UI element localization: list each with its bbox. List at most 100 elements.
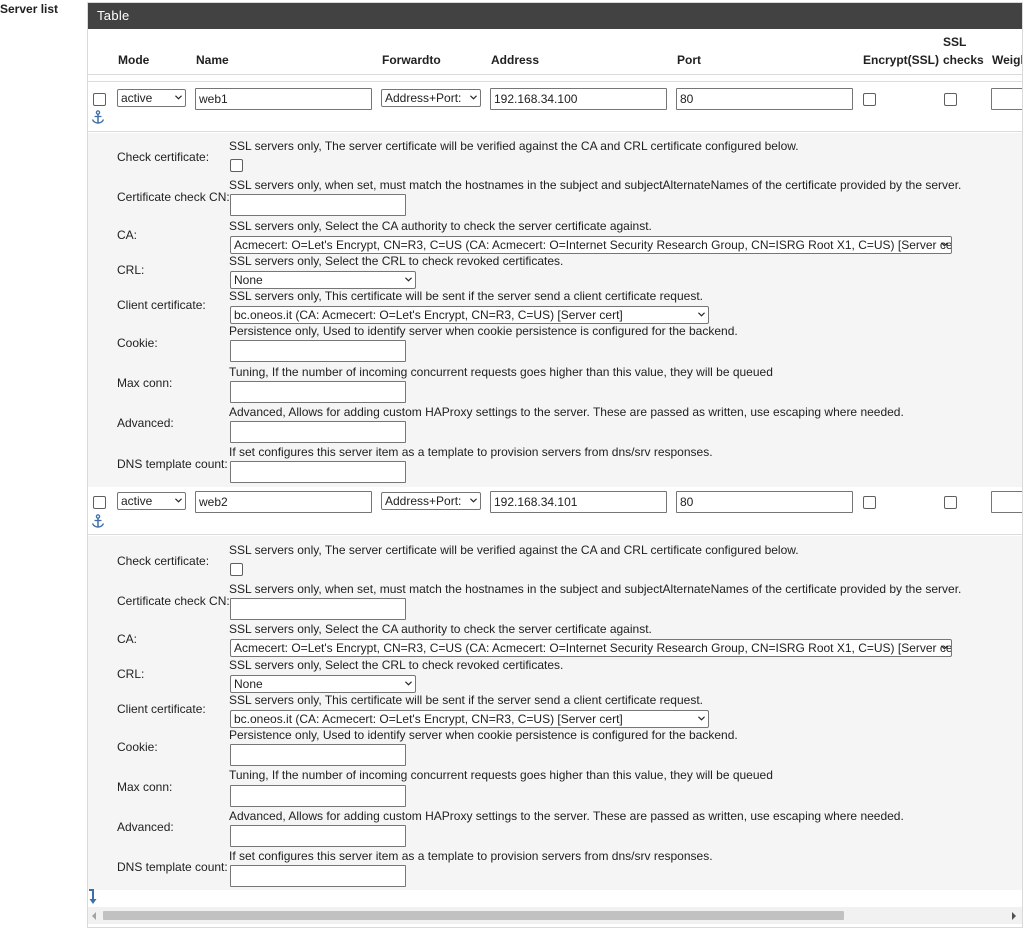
scrollbar-thumb[interactable]	[103, 911, 844, 920]
ca-help: SSL servers only, Select the CA authorit…	[229, 219, 652, 233]
max-conn-help: Tuning, If the number of incoming concur…	[229, 365, 773, 379]
chevron-down-icon	[941, 242, 948, 247]
max-conn-input[interactable]	[230, 381, 406, 403]
address-input[interactable]: 192.168.34.100	[490, 88, 667, 110]
advanced-input[interactable]	[230, 421, 406, 443]
col-header-port: Port	[677, 53, 701, 67]
add-row-arrow-icon[interactable]	[88, 889, 98, 905]
max-conn-label: Max conn:	[117, 376, 173, 390]
chevron-down-icon	[698, 716, 705, 721]
name-input[interactable]: web1	[195, 88, 372, 110]
cookie-label: Cookie:	[117, 336, 158, 350]
ca-label: CA:	[117, 228, 138, 242]
crl-help: SSL servers only, Select the CRL to chec…	[229, 658, 564, 672]
weight-input[interactable]	[991, 491, 1022, 513]
cert-check-cn-input[interactable]	[230, 598, 406, 620]
advanced-label: Advanced:	[117, 820, 174, 834]
crl-select-value: None	[234, 273, 263, 287]
crl-select-value: None	[234, 677, 263, 691]
cookie-input[interactable]	[230, 340, 406, 362]
port-input[interactable]: 80	[676, 491, 853, 513]
chevron-down-icon	[941, 645, 948, 650]
name-input[interactable]: web2	[195, 491, 372, 513]
dns-template-count-help: If set configures this server item as a …	[229, 445, 713, 459]
ssl-checks-checkbox[interactable]	[944, 496, 957, 509]
mode-select-value: active	[121, 494, 153, 508]
client-certificate-select[interactable]: bc.oneos.it (CA: Acmecert: O=Let's Encry…	[230, 306, 709, 324]
ca-select-value: Acmecert: O=Let's Encrypt, CN=R3, C=US (…	[234, 238, 952, 252]
panel-heading: Table	[88, 3, 1022, 29]
row-select-checkbox[interactable]	[93, 93, 106, 106]
scroll-right-arrow-icon[interactable]	[1011, 912, 1017, 920]
client-certificate-label: Client certificate:	[117, 298, 206, 312]
cookie-help: Persistence only, Used to identify serve…	[229, 324, 738, 338]
cookie-input[interactable]	[230, 744, 406, 766]
dns-template-count-help: If set configures this server item as a …	[229, 849, 713, 863]
horizontal-scrollbar[interactable]	[88, 907, 1022, 924]
max-conn-label: Max conn:	[117, 780, 173, 794]
col-header-ssl-checks-line2: checks	[943, 53, 984, 67]
col-header-ssl-checks-line1: SSL	[943, 35, 967, 49]
encrypt-ssl-checkbox[interactable]	[863, 496, 876, 509]
anchor-icon[interactable]	[91, 514, 105, 528]
server-table-panel: Table Mode Name Forwardto Address Port E…	[87, 2, 1023, 928]
client-certificate-label: Client certificate:	[117, 702, 206, 716]
col-header-forwardto: Forwardto	[382, 53, 441, 67]
check-certificate-help: SSL servers only, The server certificate…	[229, 543, 799, 557]
ca-select[interactable]: Acmecert: O=Let's Encrypt, CN=R3, C=US (…	[230, 639, 952, 657]
dns-template-count-input[interactable]	[230, 865, 406, 887]
crl-select[interactable]: None	[230, 271, 416, 289]
cert-check-cn-help: SSL servers only, when set, must match t…	[229, 178, 962, 192]
cookie-help: Persistence only, Used to identify serve…	[229, 728, 738, 742]
client-certificate-help: SSL servers only, This certificate will …	[229, 289, 703, 303]
cert-check-cn-help: SSL servers only, when set, must match t…	[229, 582, 962, 596]
dns-template-count-label: DNS template count:	[117, 457, 228, 471]
ca-select-value: Acmecert: O=Let's Encrypt, CN=R3, C=US (…	[234, 641, 952, 655]
row-select-checkbox[interactable]	[93, 496, 106, 509]
crl-select[interactable]: None	[230, 675, 416, 693]
advanced-input[interactable]	[230, 825, 406, 847]
address-input[interactable]: 192.168.34.101	[490, 491, 667, 513]
chevron-down-icon	[470, 95, 477, 100]
forwardto-select[interactable]: Address+Port:	[381, 492, 481, 510]
chevron-down-icon	[175, 498, 182, 503]
client-certificate-select-value: bc.oneos.it (CA: Acmecert: O=Let's Encry…	[234, 308, 623, 322]
crl-label: CRL:	[117, 667, 145, 681]
col-header-weight: Weigh	[992, 53, 1022, 67]
check-certificate-checkbox[interactable]	[230, 563, 243, 576]
col-header-encrypt-ssl: Encrypt(SSL)	[863, 53, 940, 67]
col-header-address: Address	[491, 53, 540, 67]
ca-select[interactable]: Acmecert: O=Let's Encrypt, CN=R3, C=US (…	[230, 236, 952, 254]
row-divider	[88, 534, 1022, 535]
header-divider	[88, 81, 1022, 82]
anchor-icon[interactable]	[91, 110, 105, 124]
ssl-checks-checkbox[interactable]	[944, 93, 957, 106]
max-conn-help: Tuning, If the number of incoming concur…	[229, 768, 773, 782]
mode-select[interactable]: active	[117, 89, 186, 107]
check-certificate-label: Check certificate:	[117, 150, 210, 164]
weight-input[interactable]	[991, 88, 1022, 110]
mode-select[interactable]: active	[117, 492, 186, 510]
check-certificate-checkbox[interactable]	[230, 159, 243, 172]
cert-check-cn-label: Certificate check CN:	[117, 190, 230, 204]
check-certificate-help: SSL servers only, The server certificate…	[229, 139, 799, 153]
encrypt-ssl-checkbox[interactable]	[863, 93, 876, 106]
client-certificate-select[interactable]: bc.oneos.it (CA: Acmecert: O=Let's Encry…	[230, 710, 709, 728]
dns-template-count-input[interactable]	[230, 461, 406, 483]
forwardto-select[interactable]: Address+Port:	[381, 89, 481, 107]
client-certificate-help: SSL servers only, This certificate will …	[229, 693, 703, 707]
panel-title: Table	[97, 8, 130, 23]
check-certificate-label: Check certificate:	[117, 554, 210, 568]
server-detail-panel: Check certificate: SSL servers only, The…	[88, 536, 1022, 890]
server-list-label: Server list	[0, 2, 59, 16]
scroll-left-arrow-icon[interactable]	[91, 912, 97, 920]
port-input[interactable]: 80	[676, 88, 853, 110]
advanced-help: Advanced, Allows for adding custom HAPro…	[229, 405, 904, 419]
server-detail-panel: Check certificate: SSL servers only, The…	[88, 133, 1022, 487]
cert-check-cn-input[interactable]	[230, 194, 406, 216]
chevron-down-icon	[175, 95, 182, 100]
dns-template-count-label: DNS template count:	[117, 860, 228, 874]
max-conn-input[interactable]	[230, 785, 406, 807]
cookie-label: Cookie:	[117, 740, 158, 754]
chevron-down-icon	[405, 681, 412, 686]
